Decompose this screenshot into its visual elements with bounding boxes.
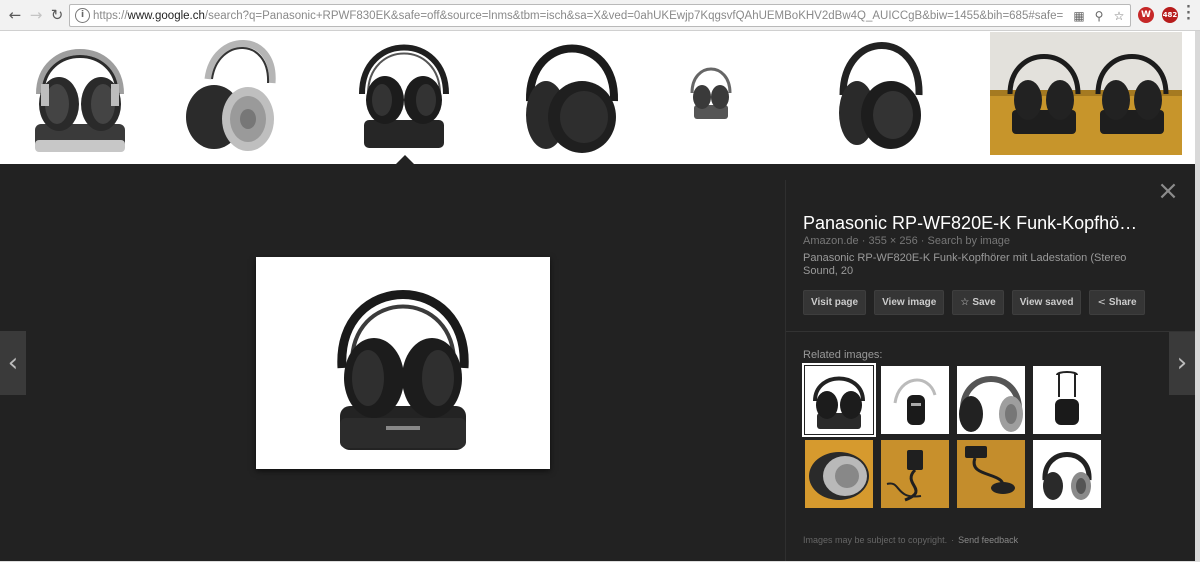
footer-separator: · bbox=[951, 535, 955, 545]
image-size: 355 × 256 bbox=[868, 235, 918, 247]
share-label: Share bbox=[1108, 297, 1137, 308]
extension-letter: W bbox=[1141, 10, 1151, 20]
close-icon[interactable]: × bbox=[1157, 178, 1179, 204]
page-info-icon[interactable]: i bbox=[75, 8, 90, 23]
related-image[interactable] bbox=[957, 366, 1025, 434]
image-title[interactable]: Panasonic RP-WF820E-K Funk-Kopfhö… bbox=[803, 212, 1153, 234]
zoom-icon[interactable]: ⚲ bbox=[1092, 9, 1106, 23]
search-by-image-link[interactable]: Search by image bbox=[928, 235, 1011, 247]
copyright-notice: Images may be subject to copyright. bbox=[803, 535, 948, 545]
result-thumbnail[interactable] bbox=[522, 31, 622, 155]
badge-count: 482 bbox=[1162, 11, 1178, 19]
panel-divider bbox=[785, 180, 786, 561]
omnibox-icons: ▦ ⚲ ☆ bbox=[1072, 7, 1126, 25]
selection-pointer bbox=[396, 155, 414, 164]
meta-separator: · bbox=[920, 235, 928, 247]
main-preview-image[interactable] bbox=[256, 257, 550, 469]
related-image[interactable] bbox=[957, 440, 1025, 508]
result-thumbnail[interactable] bbox=[688, 31, 734, 155]
related-image[interactable] bbox=[881, 366, 949, 434]
url-path: /search?q=Panasonic+RPWF830EK&safe=off&s… bbox=[204, 10, 1063, 22]
related-image[interactable] bbox=[805, 440, 873, 508]
result-thumbnail[interactable] bbox=[835, 31, 927, 155]
view-saved-label: View saved bbox=[1019, 297, 1074, 308]
menu-icon[interactable]: · · · bbox=[1186, 1, 1192, 26]
image-description: Panasonic RP-WF820E-K Funk-Kopfhörer mit… bbox=[803, 252, 1127, 277]
extension-icon[interactable]: W bbox=[1138, 7, 1154, 23]
url-domain: www.google.ch bbox=[127, 10, 205, 22]
action-buttons: Visit page View image ☆ Save View saved <… bbox=[803, 290, 1145, 315]
section-divider bbox=[786, 331, 1195, 332]
bottom-edge bbox=[0, 561, 1200, 573]
view-saved-button[interactable]: View saved bbox=[1011, 290, 1082, 315]
address-bar[interactable]: i https://www.google.ch/search?q=Panason… bbox=[69, 4, 1131, 27]
translate-icon[interactable]: ▦ bbox=[1072, 9, 1086, 23]
star-icon[interactable]: ☆ bbox=[1112, 9, 1126, 23]
result-thumbnail[interactable] bbox=[180, 31, 280, 155]
star-icon: ☆ bbox=[960, 296, 970, 308]
url-prefix: https:// bbox=[93, 10, 128, 22]
reload-icon[interactable]: ↻ bbox=[48, 6, 66, 24]
view-image-button[interactable]: View image bbox=[874, 290, 945, 315]
results-strip bbox=[0, 31, 1200, 164]
visit-page-button[interactable]: Visit page bbox=[803, 290, 867, 315]
view-image-label: View image bbox=[882, 297, 937, 308]
viewer-footer: Images may be subject to copyright. · Send… bbox=[803, 534, 1018, 546]
back-icon[interactable]: ← bbox=[6, 6, 24, 24]
result-thumbnail[interactable] bbox=[27, 31, 133, 155]
related-images-label: Related images: bbox=[803, 349, 883, 361]
related-image[interactable] bbox=[1033, 366, 1101, 434]
source-link[interactable]: Amazon.de bbox=[803, 235, 859, 247]
related-image[interactable] bbox=[802, 363, 876, 437]
image-meta: Amazon.de · 355 × 256 · Search by image bbox=[803, 234, 1010, 248]
related-image[interactable] bbox=[881, 440, 949, 508]
save-label: Save bbox=[972, 297, 996, 308]
forward-icon[interactable]: → bbox=[27, 6, 45, 24]
result-thumbnail-selected[interactable] bbox=[352, 31, 456, 155]
save-button[interactable]: ☆ Save bbox=[952, 290, 1004, 315]
badge-icon[interactable]: 482 bbox=[1162, 7, 1178, 23]
send-feedback-link[interactable]: Send feedback bbox=[958, 535, 1018, 545]
visit-page-label: Visit page bbox=[811, 297, 859, 308]
image-viewer-panel: ‹ › × Panasonic RP-WF820E-K Funk-Kopfhö…… bbox=[0, 164, 1195, 561]
result-thumbnail[interactable] bbox=[990, 31, 1182, 155]
browser-toolbar: ← → ↻ i https://www.google.ch/search?q=P… bbox=[0, 0, 1200, 31]
chevron-left-icon[interactable]: ‹ bbox=[0, 331, 26, 395]
scrollbar[interactable] bbox=[1195, 31, 1200, 561]
url-text[interactable]: https://www.google.ch/search?q=Panasonic… bbox=[93, 9, 1063, 23]
share-button[interactable]: < Share bbox=[1089, 290, 1145, 315]
related-image[interactable] bbox=[1033, 440, 1101, 508]
chevron-right-icon[interactable]: › bbox=[1169, 331, 1195, 395]
share-icon: < bbox=[1097, 296, 1106, 308]
